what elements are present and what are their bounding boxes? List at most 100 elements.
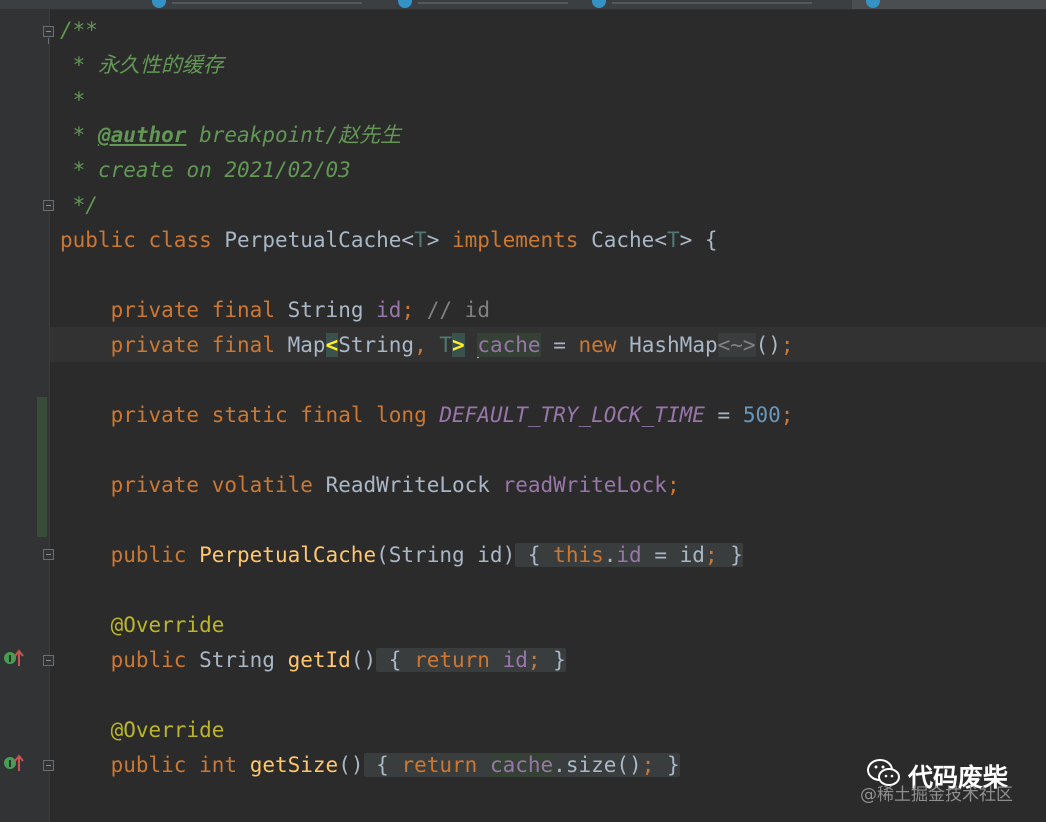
code-line-7: public class PerpetualCache<T> implement…	[60, 228, 718, 252]
field-name: id	[616, 543, 642, 567]
doc-comment-open: /**	[60, 18, 98, 42]
keyword: class	[148, 228, 212, 252]
java-file-icon[interactable]	[152, 0, 166, 8]
keyword: long	[376, 403, 427, 427]
doc-comment-close: */	[60, 193, 98, 217]
code-line-4: * @author breakpoint/赵先生	[60, 123, 402, 147]
javadoc-author-tag: @author	[97, 123, 187, 147]
code-line-19: public String getId() { return id; }	[110, 648, 566, 672]
svg-text:I: I	[8, 654, 12, 665]
keyword: private	[110, 403, 200, 427]
constant-name: DEFAULT_TRY_LOCK_TIME	[439, 403, 705, 427]
code-line-6: */	[60, 188, 98, 223]
code-line-16: public PerpetualCache(String id) { this.…	[110, 543, 743, 567]
keyword: final	[211, 333, 275, 357]
field-name: id	[376, 298, 402, 322]
tab-label-fragment	[612, 2, 812, 4]
implements-method-icon[interactable]: I	[2, 648, 24, 670]
code-line-2: * 永久性的缓存	[60, 53, 224, 77]
keyword: int	[199, 753, 238, 777]
code-line-10: private final Map<String, T> cache = new…	[110, 333, 794, 358]
constructor-name: PerpetualCache	[199, 543, 377, 567]
keyword: private	[110, 473, 200, 497]
type-name: Map	[287, 333, 326, 357]
type-parameter: T	[439, 333, 453, 357]
fold-expand-icon[interactable]	[43, 549, 54, 560]
field-name: id	[502, 648, 528, 672]
interface-name: Cache	[591, 228, 655, 252]
line-comment: // id	[426, 298, 490, 322]
code-line-1: /**	[60, 13, 98, 48]
field-name: cache	[489, 753, 554, 777]
fold-expand-icon[interactable]	[43, 760, 54, 771]
keyword: return	[414, 648, 490, 672]
svg-text:I: I	[8, 759, 12, 770]
code-line-5: * create on 2021/02/03	[60, 158, 351, 182]
type-name: ReadWriteLock	[325, 473, 490, 497]
java-file-icon[interactable]	[592, 0, 606, 8]
fold-expand-icon[interactable]	[43, 655, 54, 666]
keyword: public	[110, 543, 187, 567]
type-name: HashMap	[629, 333, 718, 357]
diamond-operator[interactable]: <~>	[717, 333, 756, 357]
code-line-22: public int getSize() { return cache.size…	[110, 753, 680, 777]
type-name: String	[199, 648, 275, 672]
type-name: String	[287, 298, 364, 322]
keyword: volatile	[211, 473, 313, 497]
keyword: static	[211, 403, 288, 427]
watermark: 代码废柴 @稀土掘金技术社区	[860, 752, 1040, 812]
doc-comment-blank: *	[60, 88, 86, 112]
tab-label-fragment	[418, 2, 568, 4]
type-parameter: T	[414, 228, 427, 252]
code-line-3: *	[60, 83, 86, 118]
keyword: this	[553, 543, 604, 567]
keyword: return	[401, 753, 478, 777]
folded-body[interactable]: { this.id = id; }	[515, 543, 743, 567]
keyword: new	[578, 333, 617, 357]
implements-method-icon[interactable]: I	[2, 753, 24, 775]
fold-collapse-icon[interactable]	[43, 26, 54, 44]
type-parameter: T	[666, 228, 680, 252]
keyword: private	[110, 298, 200, 322]
keyword: public	[60, 228, 136, 252]
number-literal: 500	[742, 403, 781, 427]
annotation: @Override	[110, 718, 225, 742]
code-line-14: private volatile ReadWriteLock readWrite…	[110, 473, 680, 497]
keyword: final	[300, 403, 364, 427]
java-file-icon[interactable]	[398, 0, 412, 8]
bracket-match: <	[325, 333, 339, 357]
keyword: final	[211, 298, 275, 322]
keyword: implements	[452, 228, 579, 252]
field-name: cache	[477, 333, 541, 357]
code-line-21: @Override	[60, 713, 225, 748]
doc-comment-create: create on 2021/02/03	[97, 158, 351, 182]
vcs-change-marker[interactable]	[37, 397, 47, 537]
code-line-9: private final String id; // id	[110, 298, 490, 322]
method-name: getId	[287, 648, 351, 672]
code-line-18: @Override	[60, 608, 225, 643]
class-name: PerpetualCache	[224, 228, 402, 252]
keyword: public	[110, 753, 187, 777]
editor-tab-strip[interactable]	[0, 0, 1046, 10]
folded-body[interactable]: { return id; }	[376, 648, 566, 672]
type-name: String	[338, 333, 415, 357]
folded-body[interactable]: { return cache.size(); }	[363, 753, 680, 777]
code-line-12: private static final long DEFAULT_TRY_LO…	[110, 403, 794, 427]
fold-collapse-icon[interactable]	[43, 200, 54, 211]
method-name: getSize	[249, 753, 339, 777]
active-tab[interactable]	[852, 0, 1046, 9]
method-call: size	[565, 753, 617, 777]
keyword: private	[110, 333, 200, 357]
tab-label-fragment	[172, 2, 362, 4]
field-name: readWriteLock	[502, 473, 667, 497]
parameter-name: id	[679, 543, 705, 567]
parameter-name: id	[477, 543, 503, 567]
keyword: public	[110, 648, 187, 672]
type-name: String	[388, 543, 465, 567]
annotation: @Override	[110, 613, 225, 637]
javadoc-author-value: breakpoint/赵先生	[199, 123, 402, 147]
fold-guide	[49, 10, 50, 822]
watermark-subtitle: @稀土掘金技术社区	[860, 785, 1013, 805]
bracket-match: >	[452, 333, 465, 357]
doc-comment-title: 永久性的缓存	[97, 53, 224, 77]
